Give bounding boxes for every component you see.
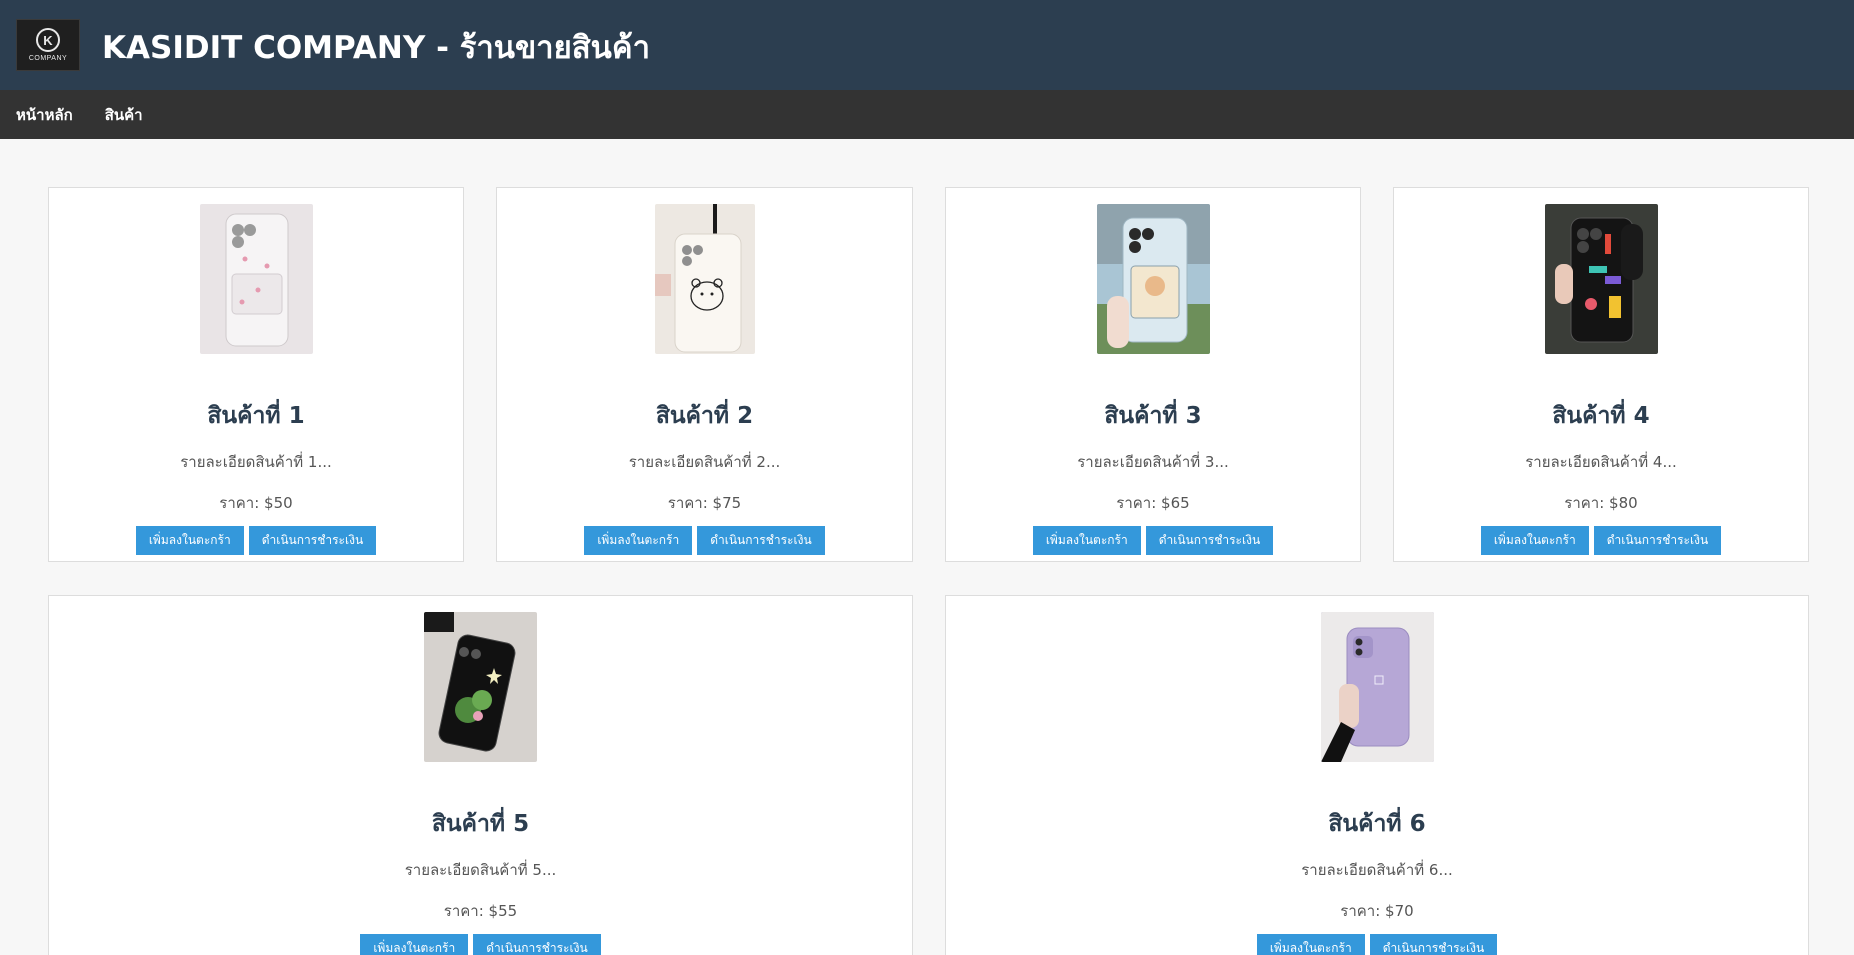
product-actions: เพิ่มลงในตะกร้า ดำเนินการชำระเงิน bbox=[584, 526, 825, 555]
site-title: KASIDIT COMPANY - ร้านขายสินค้า bbox=[102, 30, 651, 66]
checkout-button[interactable]: ดำเนินการชำระเงิน bbox=[248, 526, 377, 555]
product-image[interactable] bbox=[1096, 204, 1210, 354]
product-title: สินค้าที่ 6 bbox=[1328, 811, 1426, 837]
product-title: สินค้าที่ 5 bbox=[431, 811, 530, 837]
checkout-button[interactable]: ดำเนินการชำระเงิน bbox=[473, 934, 601, 955]
company-logo[interactable]: K COMPANY bbox=[16, 19, 80, 71]
logo-mark: K bbox=[36, 28, 60, 52]
add-to-cart-button[interactable]: เพิ่มลงในตะกร้า bbox=[584, 526, 693, 555]
add-to-cart-button[interactable]: เพิ่มลงในตะกร้า bbox=[135, 526, 244, 555]
product-actions: เพิ่มลงในตะกร้า ดำเนินการชำระเงิน bbox=[1256, 934, 1498, 955]
product-actions: เพิ่มลงในตะกร้า ดำเนินการชำระเงิน bbox=[1480, 526, 1722, 555]
product-description: รายละเอียดสินค้าที่ 1... bbox=[180, 453, 332, 471]
product-description: รายละเอียดสินค้าที่ 6... bbox=[1301, 861, 1453, 879]
product-description: รายละเอียดสินค้าที่ 4... bbox=[1525, 453, 1677, 471]
product-image[interactable] bbox=[1544, 204, 1658, 354]
product-card: สินค้าที่ 4 รายละเอียดสินค้าที่ 4... ราค… bbox=[1393, 187, 1809, 562]
product-card: สินค้าที่ 5 รายละเอียดสินค้าที่ 5... ราค… bbox=[48, 595, 913, 955]
logo-text: COMPANY bbox=[28, 55, 68, 62]
product-description: รายละเอียดสินค้าที่ 5... bbox=[404, 861, 557, 879]
checkout-button[interactable]: ดำเนินการชำระเงิน bbox=[1145, 526, 1274, 555]
site-header: K COMPANY KASIDIT COMPANY - ร้านขายสินค้… bbox=[0, 0, 1854, 90]
product-image[interactable] bbox=[1320, 612, 1434, 762]
product-image[interactable] bbox=[199, 204, 313, 354]
main-nav: หน้าหลัก สินค้า bbox=[0, 90, 1854, 139]
product-title: สินค้าที่ 1 bbox=[207, 403, 305, 429]
add-to-cart-button[interactable]: เพิ่มลงในตะกร้า bbox=[1256, 934, 1365, 955]
product-grid: สินค้าที่ 1 รายละเอียดสินค้าที่ 1... ราค… bbox=[0, 139, 1854, 955]
product-price: ราคา: $50 bbox=[219, 494, 293, 512]
product-actions: เพิ่มลงในตะกร้า ดำเนินการชำระเงิน bbox=[135, 526, 377, 555]
product-actions: เพิ่มลงในตะกร้า ดำเนินการชำระเงิน bbox=[1032, 526, 1274, 555]
product-description: รายละเอียดสินค้าที่ 2... bbox=[628, 453, 781, 471]
product-card: สินค้าที่ 1 รายละเอียดสินค้าที่ 1... ราค… bbox=[48, 187, 464, 562]
product-image[interactable] bbox=[424, 612, 537, 762]
product-price: ราคา: $70 bbox=[1340, 902, 1414, 920]
nav-home[interactable]: หน้าหลัก bbox=[16, 103, 73, 127]
product-title: สินค้าที่ 4 bbox=[1552, 403, 1650, 429]
add-to-cart-button[interactable]: เพิ่มลงในตะกร้า bbox=[360, 934, 469, 955]
product-card: สินค้าที่ 2 รายละเอียดสินค้าที่ 2... ราค… bbox=[496, 187, 913, 562]
product-price: ราคา: $80 bbox=[1564, 494, 1638, 512]
product-card: สินค้าที่ 3 รายละเอียดสินค้าที่ 3... ราค… bbox=[945, 187, 1361, 562]
product-price: ราคา: $75 bbox=[667, 494, 742, 512]
product-card: สินค้าที่ 6 รายละเอียดสินค้าที่ 6... ราค… bbox=[945, 595, 1809, 955]
nav-products[interactable]: สินค้า bbox=[105, 103, 143, 127]
checkout-button[interactable]: ดำเนินการชำระเงิน bbox=[697, 526, 825, 555]
checkout-button[interactable]: ดำเนินการชำระเงิน bbox=[1369, 934, 1498, 955]
add-to-cart-button[interactable]: เพิ่มลงในตะกร้า bbox=[1480, 526, 1589, 555]
checkout-button[interactable]: ดำเนินการชำระเงิน bbox=[1593, 526, 1722, 555]
product-image[interactable] bbox=[654, 204, 755, 354]
product-title: สินค้าที่ 3 bbox=[1104, 403, 1202, 429]
product-title: สินค้าที่ 2 bbox=[655, 403, 754, 429]
product-price: ราคา: $55 bbox=[443, 902, 518, 920]
product-actions: เพิ่มลงในตะกร้า ดำเนินการชำระเงิน bbox=[360, 934, 601, 955]
product-description: รายละเอียดสินค้าที่ 3... bbox=[1077, 453, 1229, 471]
product-price: ราคา: $65 bbox=[1116, 494, 1190, 512]
add-to-cart-button[interactable]: เพิ่มลงในตะกร้า bbox=[1032, 526, 1141, 555]
